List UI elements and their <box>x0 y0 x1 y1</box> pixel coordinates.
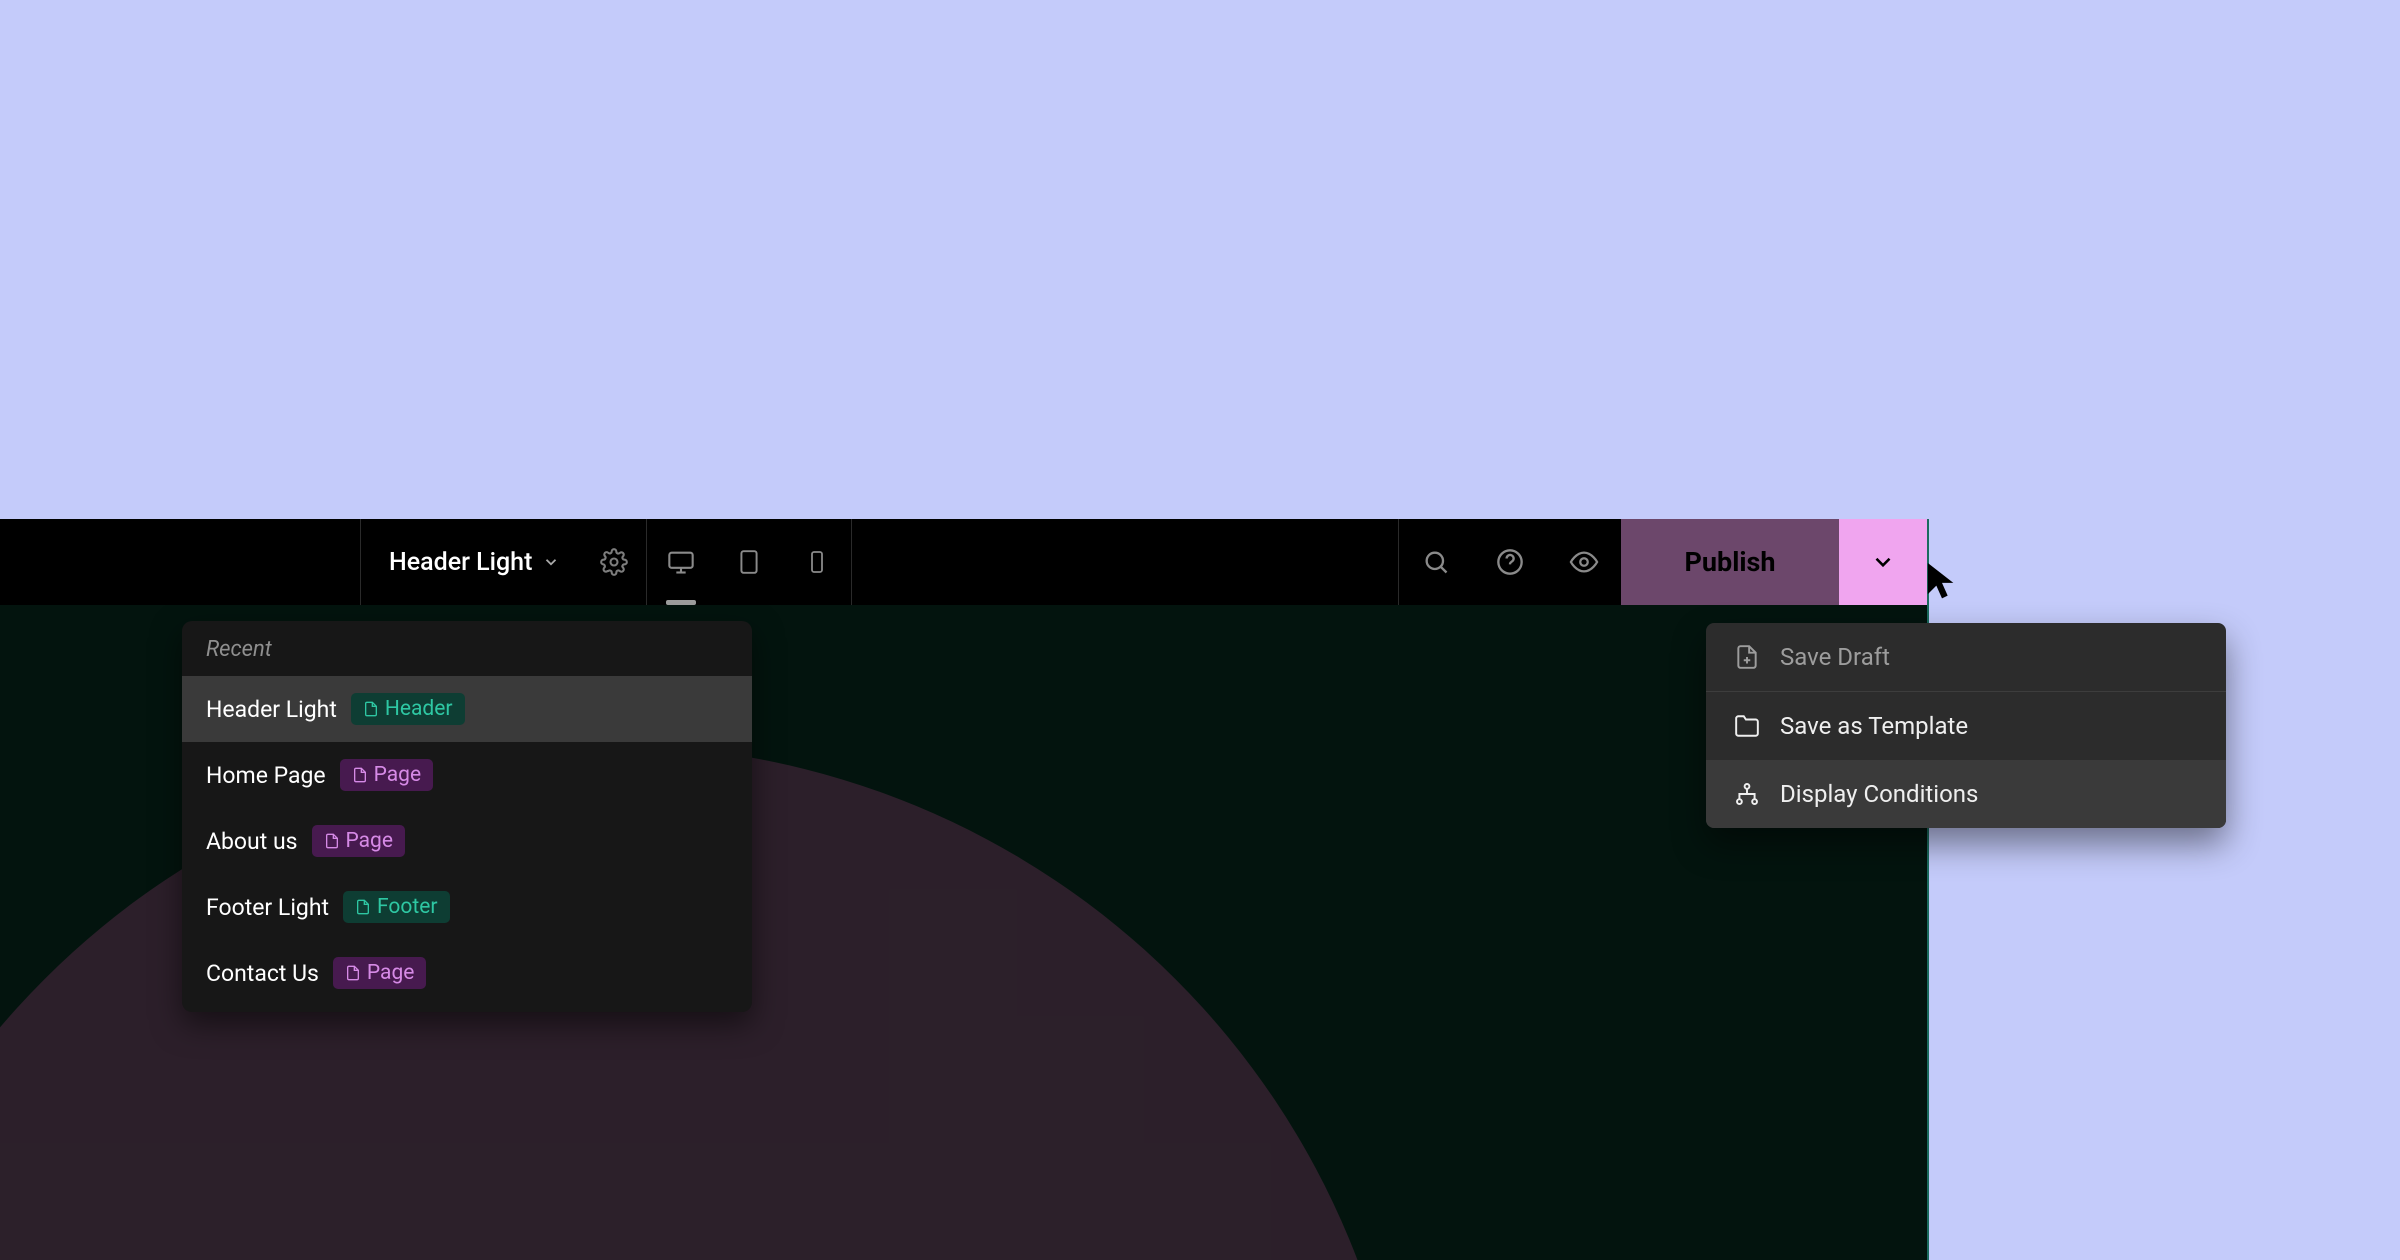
top-toolbar: Header Light <box>0 519 1927 605</box>
toolbar-right-icons <box>1399 519 1621 605</box>
search-icon <box>1422 548 1450 576</box>
preview-button[interactable] <box>1547 519 1621 605</box>
page-switcher[interactable]: Header Light <box>361 519 582 605</box>
badge-label: Page <box>374 763 422 787</box>
file-icon <box>352 766 368 784</box>
tablet-view-button[interactable] <box>715 519 783 605</box>
publish-options-toggle[interactable] <box>1839 519 1927 605</box>
eye-icon <box>1569 547 1599 577</box>
mobile-icon <box>805 550 829 574</box>
badge-label: Page <box>346 829 394 853</box>
editor-window: Header Light <box>0 519 1929 1260</box>
type-badge: Header <box>351 693 465 725</box>
recent-item-name: Header Light <box>206 696 337 723</box>
badge-label: Page <box>367 961 415 985</box>
file-plus-icon <box>1734 644 1760 670</box>
recent-item-name: Footer Light <box>206 894 329 921</box>
recent-heading: Recent <box>182 621 752 676</box>
file-icon <box>345 964 361 982</box>
recent-item[interactable]: Header Light Header <box>182 676 752 742</box>
publish-menu-item[interactable]: Save as Template <box>1706 692 2226 760</box>
publish-menu-item[interactable]: Save Draft <box>1706 623 2226 692</box>
type-badge: Page <box>333 957 427 989</box>
settings-button[interactable] <box>582 519 646 605</box>
badge-label: Header <box>385 697 453 721</box>
file-icon <box>363 700 379 718</box>
recent-item-name: About us <box>206 828 298 855</box>
toolbar-flex-spacer <box>852 519 1398 605</box>
file-icon <box>355 898 371 916</box>
file-icon <box>324 832 340 850</box>
search-button[interactable] <box>1399 519 1473 605</box>
tablet-icon <box>736 549 762 575</box>
folder-icon <box>1734 713 1760 739</box>
publish-options-menu: Save Draft Save as Template Display Condit… <box>1706 623 2226 828</box>
desktop-view-button[interactable] <box>647 519 715 605</box>
recent-item-name: Contact Us <box>206 960 319 987</box>
recent-item[interactable]: Home Page Page <box>182 742 752 808</box>
device-preview-group <box>647 519 851 605</box>
recent-item[interactable]: Footer Light Footer <box>182 874 752 940</box>
publish-label: Publish <box>1685 546 1776 578</box>
chevron-down-icon <box>542 553 560 571</box>
type-badge: Page <box>340 759 434 791</box>
type-badge: Page <box>312 825 406 857</box>
desktop-icon <box>667 548 695 576</box>
type-badge: Footer <box>343 891 449 923</box>
recent-pages-panel: Recent Header LightHeaderHome PagePageAb… <box>182 621 752 1012</box>
current-page-label: Header Light <box>389 548 532 577</box>
recent-item-name: Home Page <box>206 762 326 789</box>
sitemap-icon <box>1734 781 1760 807</box>
menu-item-label: Save as Template <box>1780 712 1968 740</box>
help-icon <box>1496 548 1524 576</box>
chevron-down-icon <box>1870 549 1896 575</box>
badge-label: Footer <box>377 895 437 919</box>
mobile-view-button[interactable] <box>783 519 851 605</box>
mouse-cursor-icon <box>1925 560 1959 600</box>
recent-item[interactable]: Contact Us Page <box>182 940 752 1006</box>
recent-item[interactable]: About us Page <box>182 808 752 874</box>
gear-icon <box>600 548 628 576</box>
help-button[interactable] <box>1473 519 1547 605</box>
menu-item-label: Display Conditions <box>1780 780 1978 808</box>
toolbar-left-spacer <box>0 519 360 605</box>
menu-item-label: Save Draft <box>1780 643 1890 671</box>
publish-button[interactable]: Publish <box>1621 519 1839 605</box>
publish-menu-item[interactable]: Display Conditions <box>1706 760 2226 828</box>
